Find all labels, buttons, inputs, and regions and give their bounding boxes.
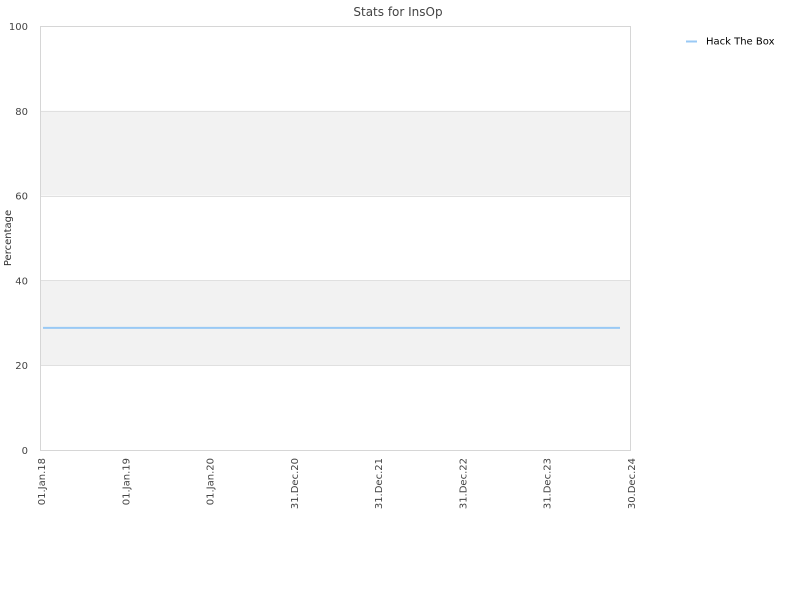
- x-tick-label: 31.Dec.21: [374, 458, 385, 509]
- x-tick-label: 31.Dec.22: [458, 458, 469, 509]
- y-tick-label: 40: [15, 276, 28, 287]
- legend[interactable]: Hack The Box: [686, 37, 775, 48]
- x-tick-label: 01.Jan.20: [206, 458, 217, 505]
- y-tick-label: 100: [9, 22, 28, 33]
- grid-lines: [40, 26, 630, 451]
- y-tick-label: 0: [22, 446, 28, 457]
- x-axis-ticks: 01.Jan.18 01.Jan.19 01.Jan.20 31.Dec.20 31.D…: [37, 458, 638, 509]
- x-tick-label: 31.Dec.23: [543, 458, 554, 509]
- chart-title: Stats for InsOp: [353, 5, 442, 19]
- y-tick-label: 20: [15, 361, 28, 372]
- legend-item-label[interactable]: Hack The Box: [706, 37, 775, 48]
- plot-frame: [40, 26, 631, 451]
- x-tick-label: 30.Dec.24: [627, 458, 638, 509]
- plot-band: [40, 110, 630, 196]
- chart: 0 20 40 60 80 100 01.Jan.18 01.Jan.19 01.Jan.20…: [3, 5, 775, 509]
- plot-band: [40, 280, 630, 366]
- x-tick-label: 01.Jan.19: [121, 458, 132, 505]
- x-tick-label: 01.Jan.18: [37, 458, 48, 505]
- y-tick-label: 60: [15, 192, 28, 203]
- y-tick-label: 80: [15, 107, 28, 118]
- y-axis-label: Percentage: [3, 210, 14, 266]
- x-tick-label: 31.Dec.20: [290, 458, 301, 509]
